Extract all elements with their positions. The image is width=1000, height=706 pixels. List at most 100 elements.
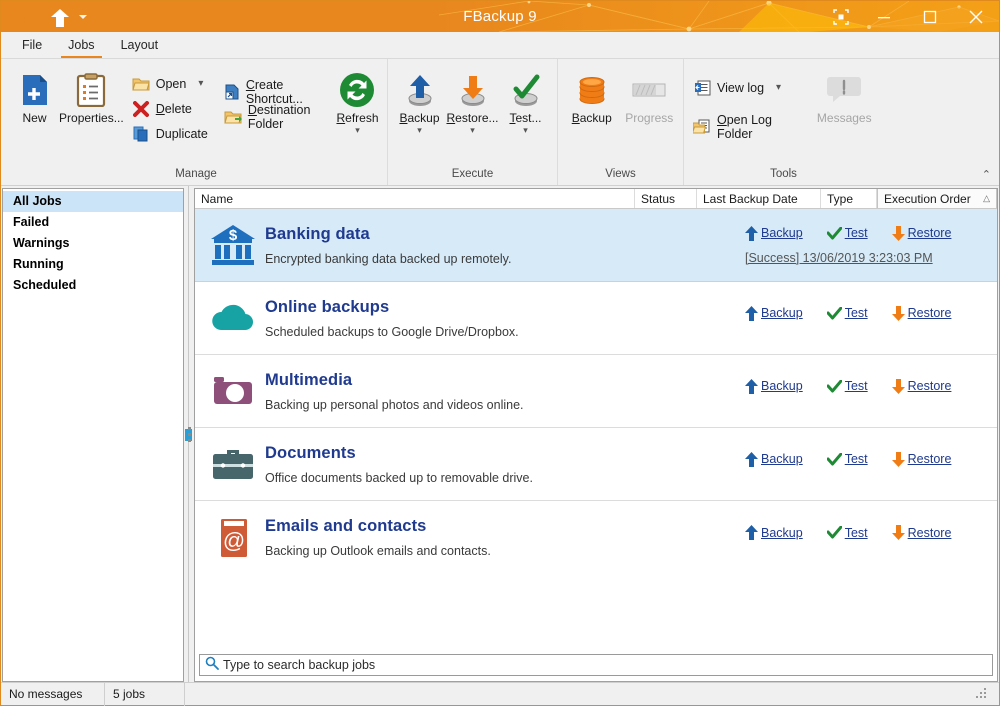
job-actions: Backup Test Restore (723, 525, 991, 550)
job-title[interactable]: Documents (265, 443, 723, 463)
job-test-action[interactable]: Test (826, 452, 868, 466)
column-header-last-backup-date[interactable]: Last Backup Date (697, 189, 821, 208)
job-row-online-backups[interactable]: Online backups Scheduled backups to Goog… (195, 282, 997, 355)
sidebar-item-failed[interactable]: Failed (3, 212, 183, 233)
ribbon-tab-file[interactable]: File (9, 34, 55, 58)
chevron-down-icon[interactable]: ▾ (523, 126, 528, 135)
job-title[interactable]: Online backups (265, 297, 723, 317)
jobs-column-header: Name Status Last Backup Date Type Execut… (195, 189, 997, 209)
sidebar-item-warnings[interactable]: Warnings (3, 233, 183, 254)
column-header-execution-order[interactable]: Execution Order △ (877, 189, 997, 208)
properties-icon (75, 72, 107, 108)
views-progress-label: Progress (625, 111, 674, 125)
sidebar-item-running[interactable]: Running (3, 254, 183, 275)
job-restore-action[interactable]: Restore (891, 525, 951, 540)
views-progress-button[interactable]: Progress (621, 66, 679, 125)
maximize-button[interactable] (907, 1, 953, 32)
minimize-button[interactable] (861, 1, 907, 32)
job-test-label: Test (844, 379, 868, 393)
job-test-label: Test (844, 452, 868, 466)
job-action-row: Backup Test Restore (723, 378, 951, 394)
sidebar-item-scheduled[interactable]: Scheduled (3, 275, 183, 296)
search-input[interactable]: Type to search backup jobs (223, 658, 375, 672)
open-log-folder-icon (693, 118, 711, 136)
check-icon (826, 306, 842, 319)
job-backup-action[interactable]: Backup (745, 525, 803, 540)
search-box[interactable]: Type to search backup jobs (199, 654, 993, 676)
job-row-emails-and-contacts[interactable]: @ Emails and contacts Backing up Outlook… (195, 501, 997, 574)
job-title[interactable]: Multimedia (265, 370, 723, 390)
ribbon-group-views: Backup Progress Views (557, 59, 683, 185)
column-header-status[interactable]: Status (635, 189, 697, 208)
job-restore-action[interactable]: Restore (891, 305, 951, 321)
capture-button[interactable] (821, 1, 861, 32)
destination-folder-button[interactable]: Destination Folder (220, 102, 327, 131)
job-test-action[interactable]: Test (826, 306, 868, 320)
chevron-down-icon[interactable]: ▾ (417, 126, 422, 135)
sidebar-splitter[interactable] (184, 186, 194, 682)
job-row-banking-data[interactable]: $ Banking data Encrypted banking data ba… (195, 209, 997, 282)
ribbon-collapse-button[interactable]: ⌃ (982, 168, 991, 181)
duplicate-button-label: Duplicate (155, 126, 208, 141)
execute-restore-button[interactable]: Restore... ▾ (446, 66, 499, 135)
ribbon-group-views-title: Views (605, 168, 636, 180)
job-backup-action[interactable]: Backup (745, 378, 803, 394)
open-button[interactable]: Open ▾ (128, 71, 214, 96)
job-test-action[interactable]: Test (826, 526, 868, 540)
new-button[interactable]: New (10, 66, 59, 125)
job-row-multimedia[interactable]: Multimedia Backing up personal photos an… (195, 355, 997, 428)
job-title[interactable]: Banking data (265, 224, 723, 244)
column-header-type[interactable]: Type (821, 189, 877, 208)
refresh-button[interactable]: Refresh ▾ (333, 66, 382, 135)
destination-folder-label: Destination Folder (247, 102, 311, 131)
qat-dropdown-caret[interactable] (79, 14, 87, 19)
column-header-name[interactable]: Name (195, 189, 635, 208)
create-shortcut-label: Create Shortcut... (245, 77, 303, 106)
job-title[interactable]: Emails and contacts (265, 516, 723, 536)
duplicate-button[interactable]: Duplicate (128, 121, 214, 146)
job-backup-action[interactable]: Backup (745, 451, 803, 467)
job-backup-action[interactable]: Backup (745, 225, 803, 241)
delete-button[interactable]: Delete (128, 96, 214, 121)
chevron-down-icon[interactable]: ▾ (470, 126, 475, 135)
execute-backup-button[interactable]: Backup ▾ (393, 66, 446, 135)
job-restore-action[interactable]: Restore (891, 451, 951, 467)
job-restore-action[interactable]: Restore (891, 378, 951, 394)
execute-test-button[interactable]: Test... ▾ (499, 66, 552, 135)
close-button[interactable] (953, 1, 999, 32)
down-arrow-icon (891, 305, 905, 321)
open-log-folder-button[interactable]: Open Log Folder (689, 113, 803, 141)
job-test-action[interactable]: Test (826, 379, 868, 393)
new-backup-icon[interactable] (23, 7, 43, 27)
backup-up-arrow-icon (402, 72, 438, 108)
chevron-down-icon[interactable]: ▾ (198, 78, 203, 89)
manage-small-col-2: Create Shortcut... Destination Folder (220, 66, 327, 131)
ribbon-group-tools-title: Tools (770, 168, 797, 180)
job-restore-action[interactable]: Restore (891, 225, 951, 241)
views-backup-button[interactable]: Backup (563, 66, 621, 125)
job-backup-action[interactable]: Backup (745, 305, 803, 321)
resize-grip-icon[interactable] (974, 686, 991, 703)
view-log-icon (693, 79, 711, 97)
properties-button[interactable]: Properties... (59, 66, 124, 125)
create-shortcut-button[interactable]: Create Shortcut... (220, 77, 327, 106)
status-messages[interactable]: No messages (1, 682, 105, 706)
down-arrow-icon (891, 225, 905, 241)
job-last-backup-status[interactable]: [Success] 13/06/2019 3:23:03 PM (723, 251, 933, 265)
chevron-down-icon[interactable]: ▾ (355, 126, 360, 135)
splitter-grip-dots (187, 426, 191, 442)
chevron-down-icon[interactable]: ▾ (776, 82, 781, 93)
cloud-icon (205, 300, 261, 336)
backup-now-icon[interactable] (50, 8, 70, 27)
ribbon-tab-jobs[interactable]: Jobs (55, 34, 107, 58)
messages-button[interactable]: Messages (811, 66, 878, 125)
view-log-button[interactable]: View log ▾ (689, 75, 803, 100)
quick-access-toolbar (1, 7, 87, 27)
ribbon-tab-layout[interactable]: Layout (108, 34, 172, 58)
job-test-action[interactable]: Test (826, 226, 868, 240)
delete-icon (132, 100, 150, 118)
job-row-documents[interactable]: Documents Office documents backed up to … (195, 428, 997, 501)
progress-bar-icon (632, 72, 666, 108)
sidebar-item-all-jobs[interactable]: All Jobs (3, 191, 183, 212)
ribbon-group-tools: View log ▾ Open Log Folder Messages Tool… (683, 59, 883, 185)
